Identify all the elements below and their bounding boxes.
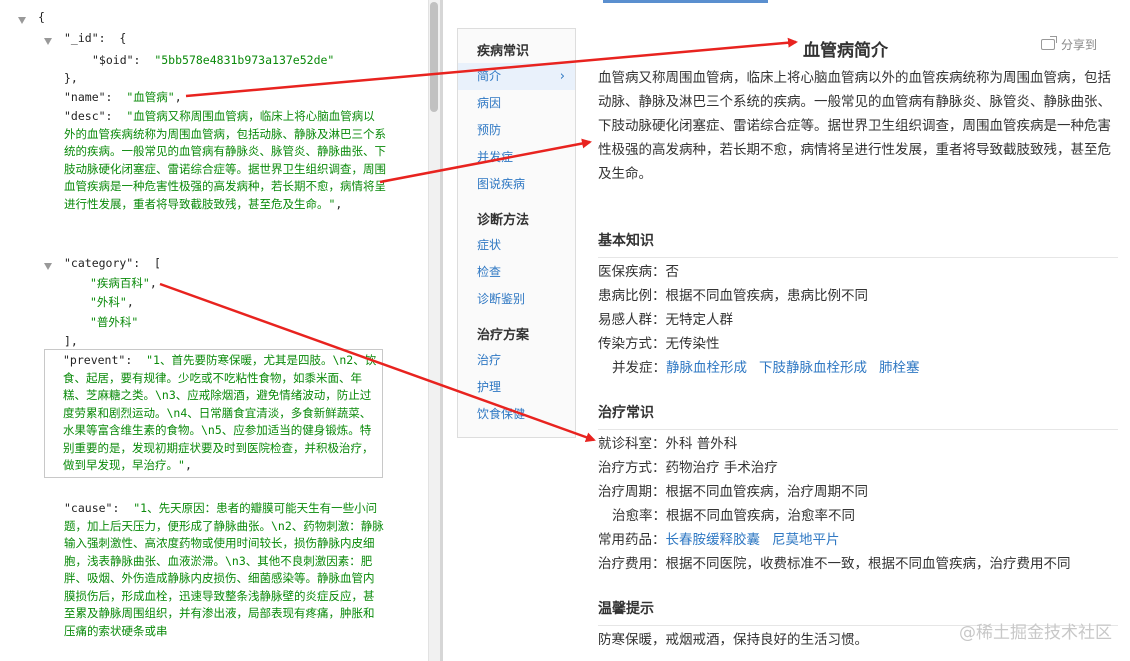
share-icon [1041, 39, 1055, 50]
json-oid-line: "$oid": "5bb578e4831b973a137e52de" [92, 53, 335, 67]
nav-item-pictures[interactable]: 图说疾病 [458, 171, 575, 198]
json-open-brace: { [38, 10, 45, 24]
json-category-item: "疾病百科", [90, 276, 157, 290]
basic-susceptible: 易感人群：无特定人群 [598, 312, 733, 328]
nav-item-exam[interactable]: 检查 [458, 259, 575, 286]
json-value-oid: "5bb578e4831b973a137e52de" [154, 53, 335, 67]
nav-item-prevent[interactable]: 预防 [458, 117, 575, 144]
watermark: @稀土掘金技术社区 [959, 623, 1112, 643]
json-cause-block: "cause": "1、先天原因：患者的瓣膜可能天生有一些小问题，加上后天压力，… [64, 501, 384, 638]
treatment-cure-rate: 治愈率：根据不同血管疾病，治愈率不同 [612, 508, 855, 524]
json-close-category: ], [64, 334, 78, 348]
treatment-method: 治疗方式：药物治疗 手术治疗 [598, 460, 778, 476]
tips-text: 防寒保暖，戒烟戒酒，保持良好的生活习惯。 [598, 632, 868, 648]
article-title: 血管病简介 [803, 41, 888, 61]
article-pane: 疾病常识 简介 › 病因 预防 并发症 图说疾病 诊断方法 症状 检查 诊断鉴别 … [443, 0, 1130, 661]
nav-item-treatment[interactable]: 治疗 [458, 347, 575, 374]
json-key-cause: "cause" [64, 501, 113, 515]
chevron-right-icon: › [559, 69, 565, 84]
complication-link[interactable]: 静脉血栓形成 [666, 360, 747, 376]
basic-insurance: 医保疾病：否 [598, 264, 679, 280]
top-accent-strip [603, 0, 768, 3]
json-key-oid: "$oid" [92, 53, 134, 67]
collapse-id-icon[interactable] [44, 38, 52, 45]
treatment-drugs: 常用药品：长春胺缓释胶囊 尼莫地平片 [598, 532, 840, 548]
drug-link[interactable]: 尼莫地平片 [772, 532, 840, 548]
json-key-desc: "desc" [64, 109, 106, 123]
json-key-category: "category" [64, 256, 134, 270]
treatment-cycle: 治疗周期：根据不同血管疾病，治疗周期不同 [598, 484, 868, 500]
share-button[interactable]: 分享到 [1041, 36, 1097, 53]
json-id-line: "_id": { [64, 31, 127, 45]
basic-ratio: 患病比例：根据不同血管疾病，患病比例不同 [598, 288, 868, 304]
json-prevent-block[interactable]: "prevent": "1、首先要防寒保暖，尤其是四肢。\n2、饮食、起居，要有… [44, 349, 383, 478]
nav-item-symptom[interactable]: 症状 [458, 232, 575, 259]
json-desc-block: "desc": "血管病又称周围血管病，临床上将心脑血管病以外的血管疾病统称为周… [64, 109, 386, 211]
json-name-line: "name": "血管病", [64, 90, 182, 104]
json-value-name: "血管病" [126, 90, 175, 104]
nav-item-diagnosis[interactable]: 诊断鉴别 [458, 286, 575, 313]
nav-group-title: 诊断方法 [477, 213, 530, 228]
nav-group-title: 疾病常识 [477, 44, 530, 59]
json-value-desc: "血管病又称周围血管病，临床上将心脑血管病以外的血管疾病统称为周围血管病，包括动… [64, 109, 386, 211]
section-treatment-title: 治疗常识 [598, 402, 1118, 430]
section-basic-title: 基本知识 [598, 230, 1118, 258]
basic-complications: 并发症：静脉血栓形成 下肢静脉血栓形成 肺栓塞 [612, 360, 920, 376]
json-scrollbar-thumb[interactable] [430, 2, 438, 112]
article-intro: 血管病又称周围血管病，临床上将心脑血管病以外的血管疾病统称为周围血管病，包括动脉… [598, 70, 1111, 182]
json-key-id: "_id" [64, 31, 99, 45]
json-key-name: "name" [64, 90, 106, 104]
nav-group-title: 治疗方案 [477, 328, 530, 343]
json-close-id: }, [64, 71, 78, 85]
treatment-cost: 治疗费用：根据不同医院，收费标准不一致，根据不同血管疾病，治疗费用不同 [598, 556, 1071, 572]
collapse-root-icon[interactable] [18, 17, 26, 24]
json-category-item: "外科", [90, 295, 134, 309]
side-nav: 疾病常识 简介 › 病因 预防 并发症 图说疾病 诊断方法 症状 检查 诊断鉴别 … [457, 28, 576, 438]
json-category-item: "普外科" [90, 315, 139, 329]
complication-link[interactable]: 下肢静脉血栓形成 [759, 360, 867, 376]
basic-transmission: 传染方式：无传染性 [598, 336, 720, 352]
json-category-line: "category": [ [64, 256, 161, 270]
nav-item-complication[interactable]: 并发症 [458, 144, 575, 171]
json-value-cause: "1、先天原因：患者的瓣膜可能天生有一些小问题，加上后天压力，便形成了静脉曲张。… [64, 501, 384, 638]
nav-item-cause[interactable]: 病因 [458, 90, 575, 117]
json-viewer-pane[interactable]: { "_id": { "$oid": "5bb578e4831b973a137e… [0, 0, 428, 661]
treatment-department: 就诊科室：外科 普外科 [598, 436, 738, 452]
collapse-category-icon[interactable] [44, 263, 52, 270]
json-value-prevent: "1、首先要防寒保暖，尤其是四肢。\n2、饮食、起居，要有规律。少吃或不吃粘性食… [63, 353, 377, 472]
nav-item-intro[interactable]: 简介 › [458, 63, 575, 90]
nav-item-care[interactable]: 护理 [458, 374, 575, 401]
drug-link[interactable]: 长春胺缓释胶囊 [666, 532, 761, 548]
json-key-prevent: "prevent" [63, 353, 126, 367]
nav-item-diet[interactable]: 饮食保健 [458, 401, 575, 428]
complication-link[interactable]: 肺栓塞 [879, 360, 920, 376]
